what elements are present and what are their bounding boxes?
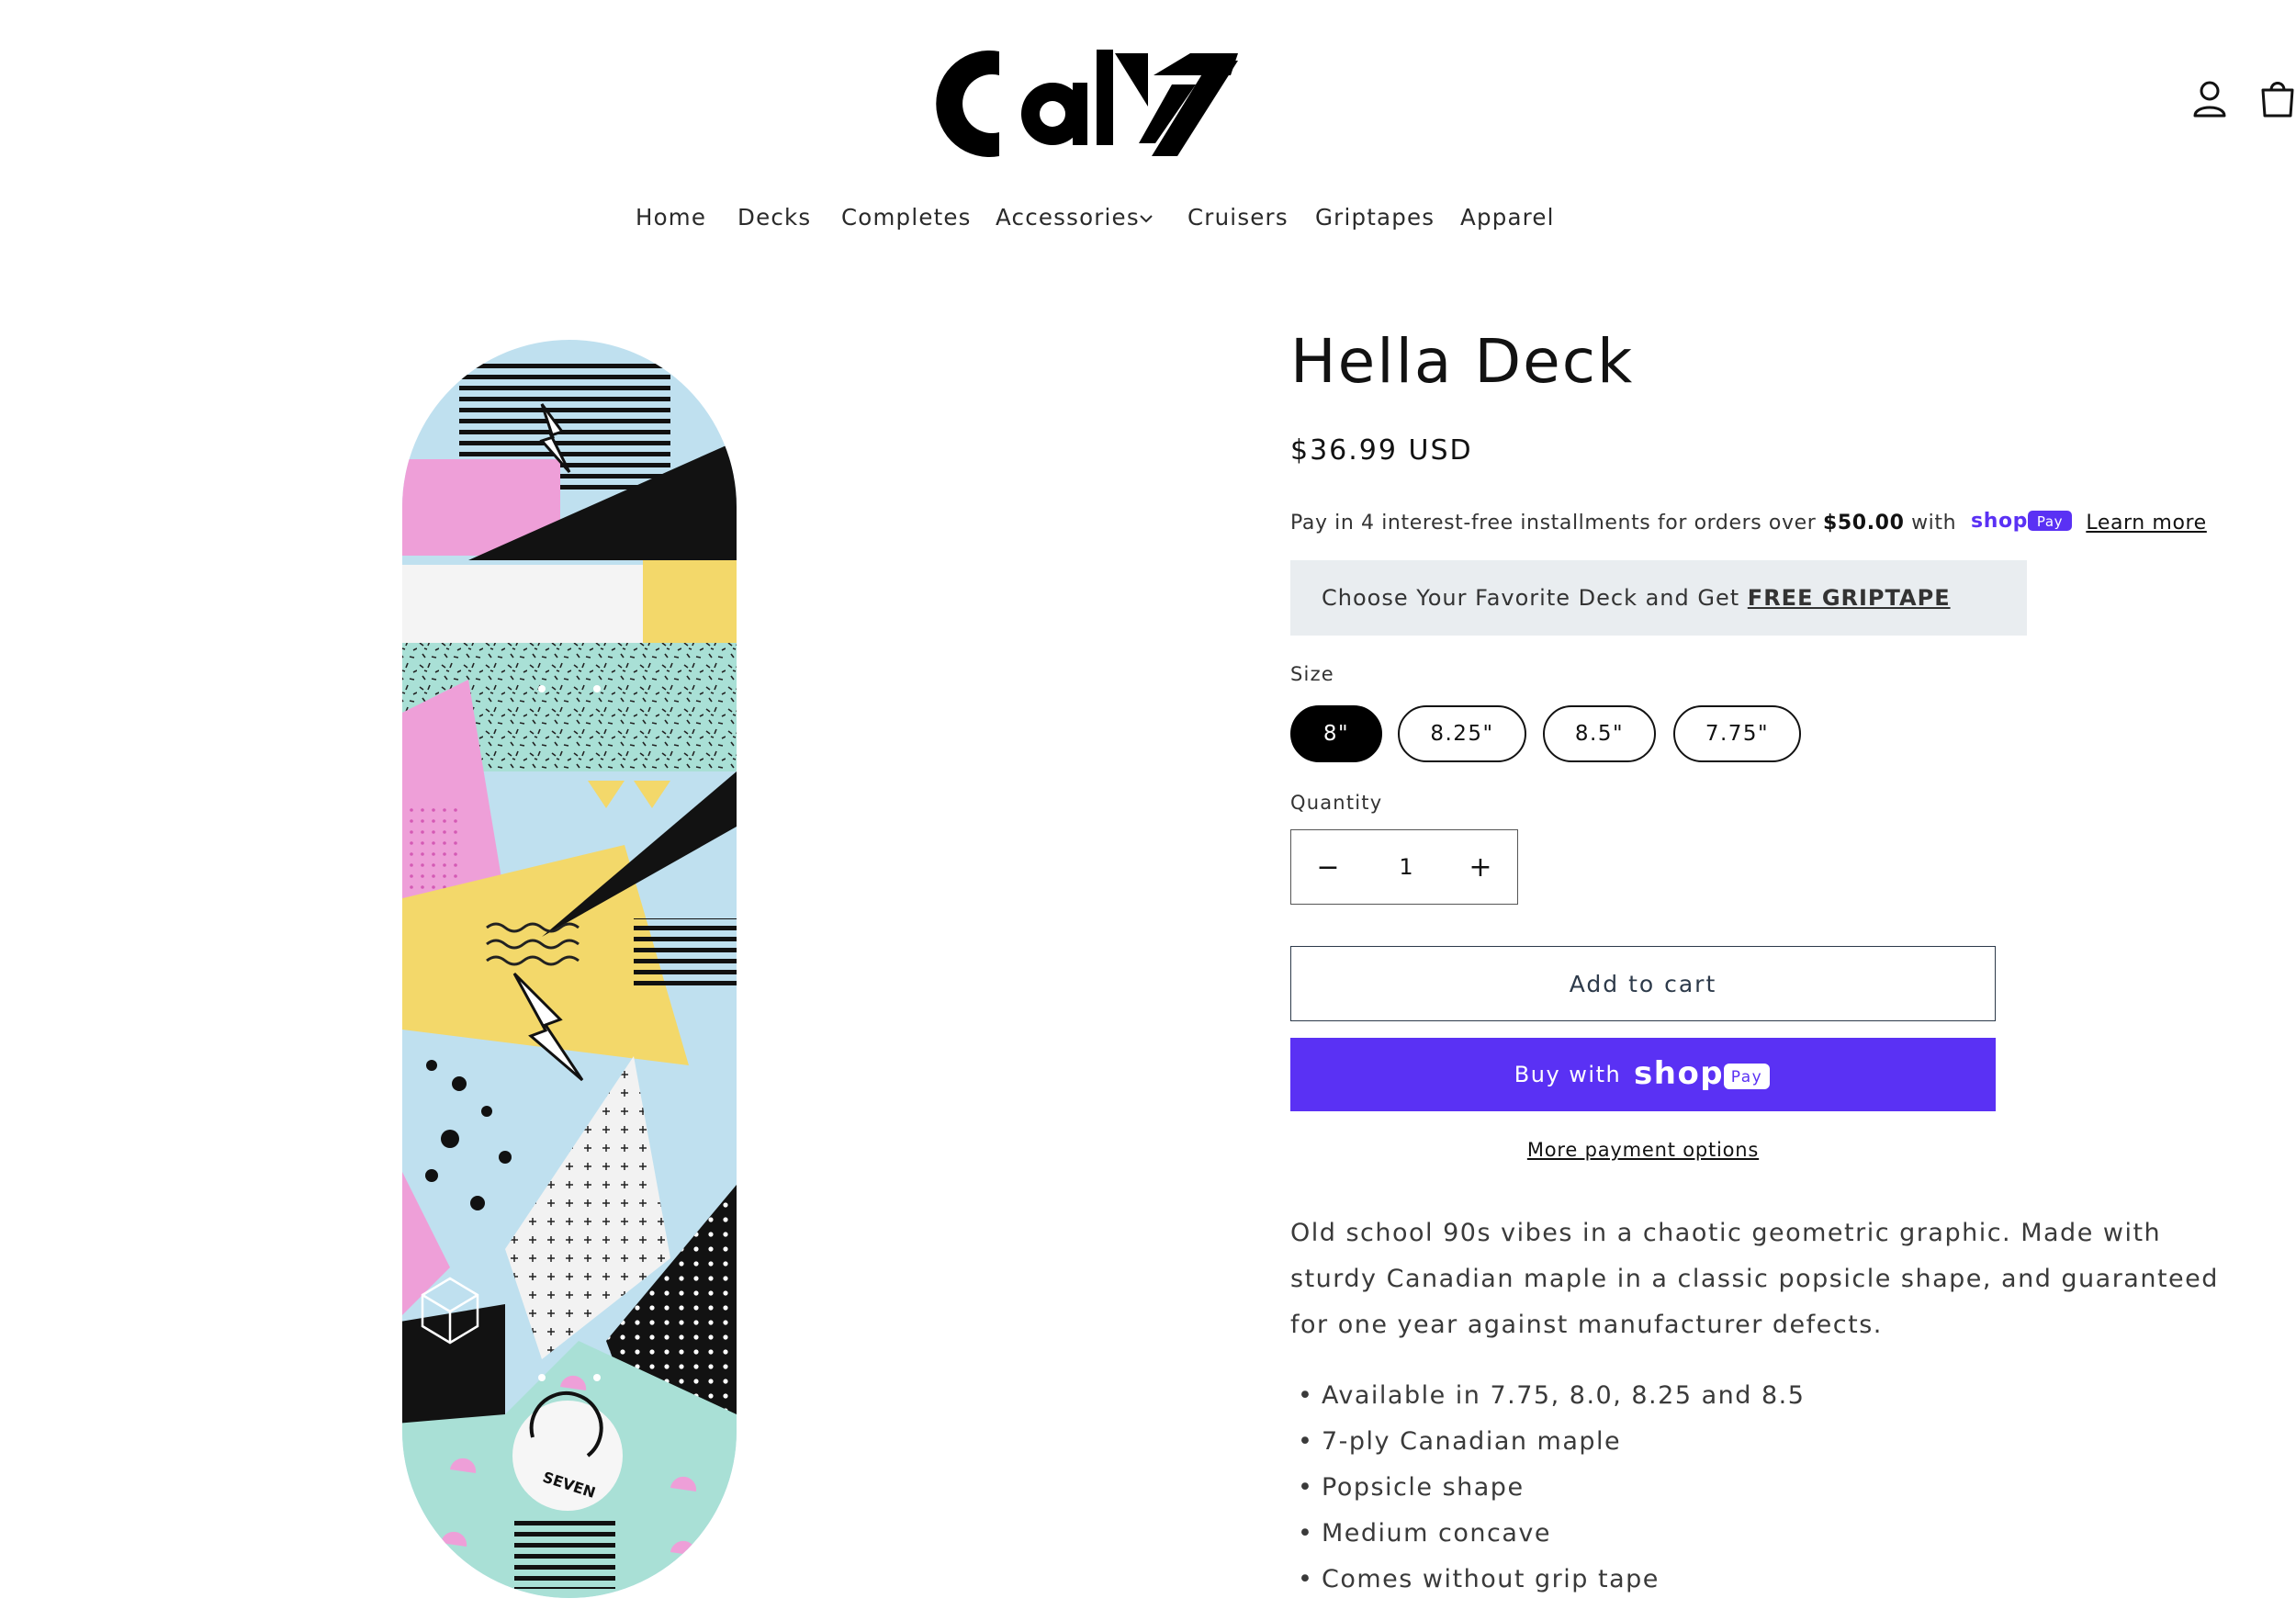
skateboard-deck-graphic: SEVEN	[402, 340, 737, 1598]
free-griptape-link[interactable]: FREE GRIPTAPE	[1748, 585, 1951, 611]
feature-item: Available in 7.75, 8.0, 8.25 and 8.5	[1290, 1373, 1805, 1419]
product-image[interactable]: SEVEN	[395, 331, 744, 1607]
nav-item-completes[interactable]: Completes	[841, 204, 972, 231]
installments-with: with	[1911, 512, 1957, 535]
site-header: Home Decks Completes Accessories Cruiser…	[0, 0, 2296, 303]
buy-pay-word: Pay	[1731, 1068, 1762, 1086]
buy-shop-word: shop	[1634, 1056, 1724, 1092]
shoppay-pay-word: Pay	[2037, 513, 2063, 530]
shoppay-button-logo: shop Pay	[1634, 1056, 1771, 1092]
shoppay-shop-word: shop	[1971, 510, 2028, 533]
learn-more-link[interactable]: Learn more	[2086, 512, 2206, 535]
size-option-8[interactable]: 8"	[1290, 705, 1382, 762]
installments-banner: Pay in 4 interest-free installments for …	[1290, 509, 2207, 538]
installments-amount: $50.00	[1822, 512, 1905, 535]
main-nav: Home Decks Completes Accessories Cruiser…	[0, 204, 2296, 250]
nav-item-decks[interactable]: Decks	[737, 204, 811, 231]
installments-text: Pay in 4 interest-free installments for …	[1290, 512, 1817, 535]
size-option-7-75[interactable]: 7.75"	[1673, 705, 1801, 762]
feature-item: Medium concave	[1290, 1511, 1805, 1557]
nav-item-cruisers[interactable]: Cruisers	[1187, 204, 1289, 231]
add-to-cart-button[interactable]: Add to cart	[1290, 946, 1996, 1021]
quantity-decrease-button[interactable]: −	[1291, 830, 1365, 904]
nav-item-apparel[interactable]: Apparel	[1460, 204, 1555, 231]
buy-with-shoppay-button[interactable]: Buy with shop Pay	[1290, 1038, 1996, 1111]
feature-item: Popsicle shape	[1290, 1465, 1805, 1511]
quantity-stepper: − +	[1290, 829, 1518, 905]
feature-list: Available in 7.75, 8.0, 8.25 and 8.5 7-p…	[1290, 1373, 1805, 1603]
chevron-down-icon[interactable]	[1137, 209, 1155, 228]
size-option-8-25[interactable]: 8.25"	[1398, 705, 1526, 762]
cart-icon[interactable]	[2254, 75, 2296, 123]
promo-banner: Choose Your Favorite Deck and Get FREE G…	[1290, 560, 2027, 636]
nav-item-home[interactable]: Home	[636, 204, 706, 231]
account-icon[interactable]	[2186, 75, 2234, 123]
product-description: Old school 90s vibes in a chaotic geomet…	[1290, 1219, 2219, 1339]
nav-item-griptapes[interactable]: Griptapes	[1315, 204, 1435, 231]
quantity-increase-button[interactable]: +	[1444, 830, 1517, 904]
size-option-8-5[interactable]: 8.5"	[1543, 705, 1656, 762]
quantity-label: Quantity	[1290, 792, 1383, 814]
shoppay-logo: shop Pay	[1971, 509, 2074, 538]
size-label: Size	[1290, 663, 1334, 685]
buy-with-label: Buy with	[1514, 1062, 1622, 1087]
more-payment-options-link[interactable]: More payment options	[1527, 1139, 1759, 1161]
product-title: Hella Deck	[1290, 326, 1635, 397]
promo-text: Choose Your Favorite Deck and Get	[1322, 585, 1740, 611]
quantity-input[interactable]	[1365, 830, 1447, 904]
nav-item-accessories[interactable]: Accessories	[996, 204, 1140, 231]
brand-logo[interactable]	[935, 33, 1244, 171]
product-price: $36.99 USD	[1290, 434, 1473, 467]
feature-item: Comes without grip tape	[1290, 1557, 1805, 1603]
feature-item: 7-ply Canadian maple	[1290, 1419, 1805, 1465]
